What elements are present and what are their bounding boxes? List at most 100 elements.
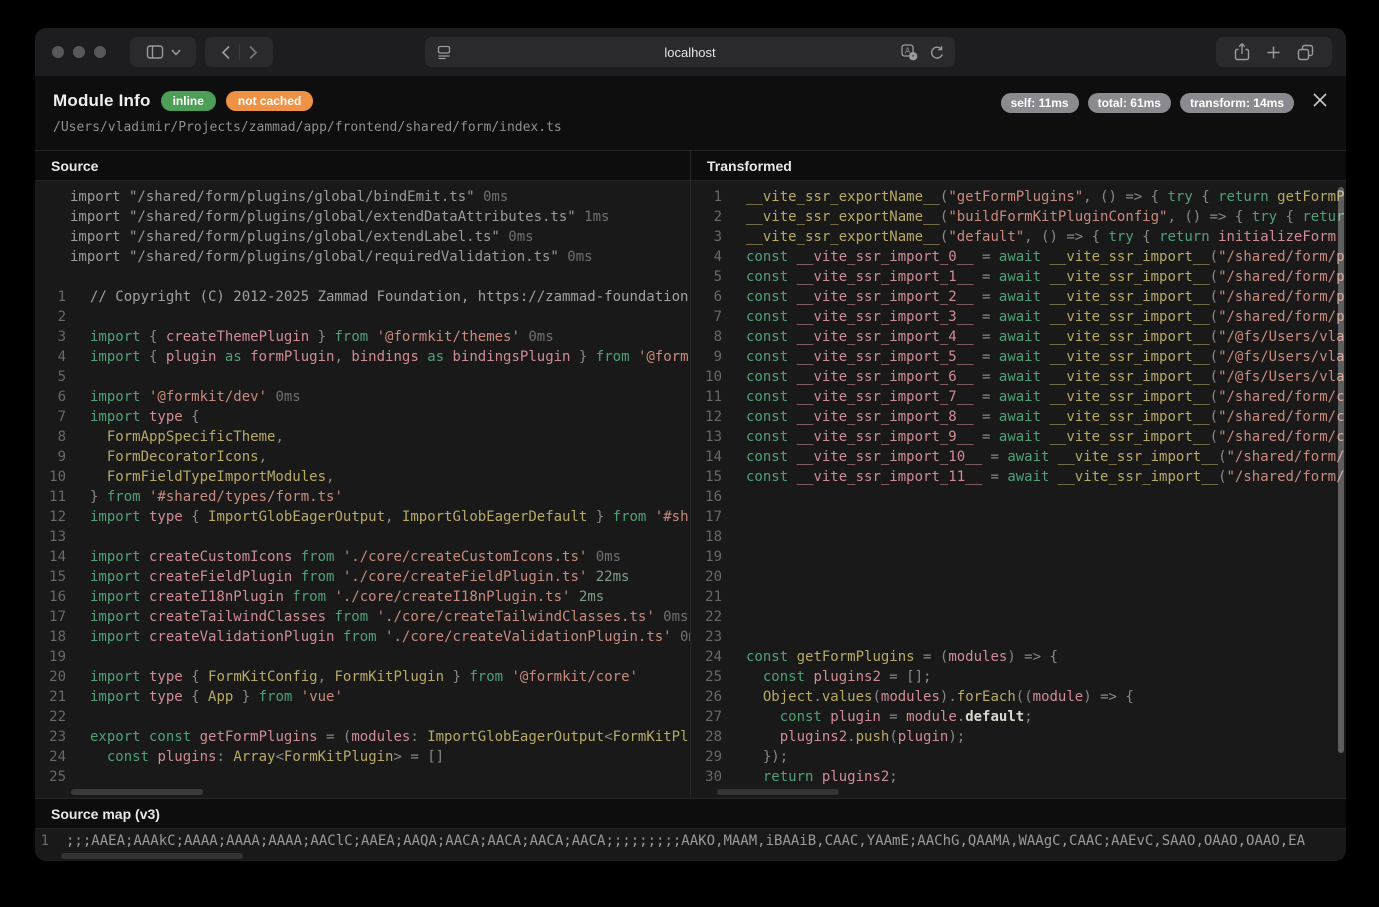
- code-line: 3__vite_ssr_exportName__("default", () =…: [691, 227, 1346, 247]
- code-line: 19: [35, 647, 690, 667]
- code-line: 6const __vite_ssr_import_2__ = await __v…: [691, 287, 1346, 307]
- line-number: 2: [691, 207, 722, 227]
- transformed-pane: Transformed 1__vite_ssr_exportName__("ge…: [690, 151, 1346, 798]
- code-line: 2: [35, 307, 690, 327]
- line-number: 1: [691, 187, 722, 207]
- code-line: 4import { plugin as formPlugin, bindings…: [35, 347, 690, 367]
- code-line: 28 plugins2.push(plugin);: [691, 727, 1346, 747]
- line-number: 28: [691, 727, 722, 747]
- nav-divider: [239, 44, 240, 60]
- code-line: 24const getFormPlugins = (modules) => {: [691, 647, 1346, 667]
- line-number: 17: [35, 607, 66, 627]
- minimize-window-button[interactable]: [73, 46, 85, 58]
- line-number: 30: [691, 767, 722, 787]
- line-number: 21: [691, 587, 722, 607]
- code-line: 30 return plugins2;: [691, 767, 1346, 787]
- code-line: 4const __vite_ssr_import_0__ = await __v…: [691, 247, 1346, 267]
- sourcemap-title: Source map (v3): [35, 799, 1346, 829]
- page-settings-icon[interactable]: [436, 44, 452, 60]
- line-number: 8: [691, 327, 722, 347]
- line-number: 9: [35, 447, 66, 467]
- source-pane: Source import "/shared/form/plugins/glob…: [35, 151, 690, 798]
- total-time-badge: total: 61ms: [1088, 93, 1171, 113]
- line-number: 16: [691, 487, 722, 507]
- zoom-window-button[interactable]: [94, 46, 106, 58]
- line-number: 15: [691, 467, 722, 487]
- nav-buttons: [205, 37, 273, 67]
- share-icon[interactable]: [1234, 43, 1250, 61]
- code-line: 26 Object.values(modules).forEach((modul…: [691, 687, 1346, 707]
- code-line: 9const __vite_ssr_import_5__ = await __v…: [691, 347, 1346, 367]
- line-number: 20: [35, 667, 66, 687]
- transformed-code: 1__vite_ssr_exportName__("getFormPlugins…: [691, 181, 1346, 798]
- line-number: 26: [691, 687, 722, 707]
- code-line: 7import type {: [35, 407, 690, 427]
- code-line: 21: [691, 587, 1346, 607]
- line-number: 3: [691, 227, 722, 247]
- code-line: 14const __vite_ssr_import_10__ = await _…: [691, 447, 1346, 467]
- page-title: Module Info: [53, 91, 151, 111]
- code-line: 18import createValidationPlugin from './…: [35, 627, 690, 647]
- module-info-header: Module Info inline not cached self: 11ms…: [35, 76, 1346, 150]
- line-number: 20: [691, 567, 722, 587]
- line-number: 8: [35, 427, 66, 447]
- back-icon[interactable]: [221, 45, 231, 60]
- source-horizontal-scrollbar[interactable]: [71, 789, 203, 795]
- line-number: 13: [691, 427, 722, 447]
- chevron-down-icon[interactable]: [171, 49, 181, 56]
- code-line: 11const __vite_ssr_import_7__ = await __…: [691, 387, 1346, 407]
- line-number: 27: [691, 707, 722, 727]
- code-line: 6import '@formkit/dev' 0ms: [35, 387, 690, 407]
- code-line: import "/shared/form/plugins/global/requ…: [35, 247, 690, 267]
- self-time-badge: self: 11ms: [1001, 93, 1079, 113]
- transformed-vertical-scrollbar[interactable]: [1338, 187, 1344, 753]
- code-line: 21import type { App } from 'vue': [35, 687, 690, 707]
- close-icon[interactable]: [1310, 90, 1330, 110]
- traffic-lights: [52, 46, 106, 58]
- code-line: 5const __vite_ssr_import_1__ = await __v…: [691, 267, 1346, 287]
- code-line: 9 FormDecoratorIcons,: [35, 447, 690, 467]
- translate-icon[interactable]: A *: [901, 44, 918, 61]
- code-line: 17import createTailwindClasses from './c…: [35, 607, 690, 627]
- address-bar[interactable]: localhost A *: [425, 37, 955, 67]
- code-line: 23export const getFormPlugins = (modules…: [35, 727, 690, 747]
- line-number: 11: [35, 487, 66, 507]
- close-window-button[interactable]: [52, 46, 64, 58]
- transform-time-badge: transform: 14ms: [1180, 93, 1294, 113]
- line-number: 14: [35, 547, 66, 567]
- code-line: 15import createFieldPlugin from './core/…: [35, 567, 690, 587]
- new-tab-icon[interactable]: [1266, 45, 1281, 60]
- timing-metrics: self: 11ms total: 61ms transform: 14ms: [1001, 93, 1294, 113]
- forward-icon[interactable]: [248, 45, 258, 60]
- line-number: 21: [35, 687, 66, 707]
- sidebar-icon[interactable]: [146, 44, 164, 60]
- browser-window: localhost A *: [35, 28, 1346, 861]
- code-line: 8const __vite_ssr_import_4__ = await __v…: [691, 327, 1346, 347]
- line-number: 24: [691, 647, 722, 667]
- line-number: 25: [35, 767, 66, 787]
- line-number: 11: [691, 387, 722, 407]
- line-number: 2: [35, 307, 66, 327]
- transformed-horizontal-scrollbar[interactable]: [717, 789, 839, 795]
- line-number: 7: [35, 407, 66, 427]
- line-number: 9: [691, 347, 722, 367]
- code-line: 10const __vite_ssr_import_6__ = await __…: [691, 367, 1346, 387]
- code-panes: Source import "/shared/form/plugins/glob…: [35, 150, 1346, 798]
- line-number: 6: [35, 387, 66, 407]
- code-line: 1__vite_ssr_exportName__("getFormPlugins…: [691, 187, 1346, 207]
- line-number: 18: [35, 627, 66, 647]
- line-number: 13: [35, 527, 66, 547]
- code-line: 20import type { FormKitConfig, FormKitPl…: [35, 667, 690, 687]
- line-number: 24: [35, 747, 66, 767]
- line-number: 25: [691, 667, 722, 687]
- reload-icon[interactable]: [929, 45, 945, 61]
- code-line: 12import type { ImportGlobEagerOutput, I…: [35, 507, 690, 527]
- tab-overview-icon[interactable]: [1297, 44, 1314, 61]
- code-line: 10 FormFieldTypeImportModules,: [35, 467, 690, 487]
- code-line: 27 const plugin = module.default;: [691, 707, 1346, 727]
- line-number: 6: [691, 287, 722, 307]
- sourcemap-panel: Source map (v3) 1;;;AAEA;AAAkC;AAAA;AAAA…: [35, 798, 1346, 861]
- sourcemap-horizontal-scrollbar[interactable]: [61, 853, 243, 859]
- code-line: 25: [35, 767, 690, 787]
- line-number: 10: [35, 467, 66, 487]
